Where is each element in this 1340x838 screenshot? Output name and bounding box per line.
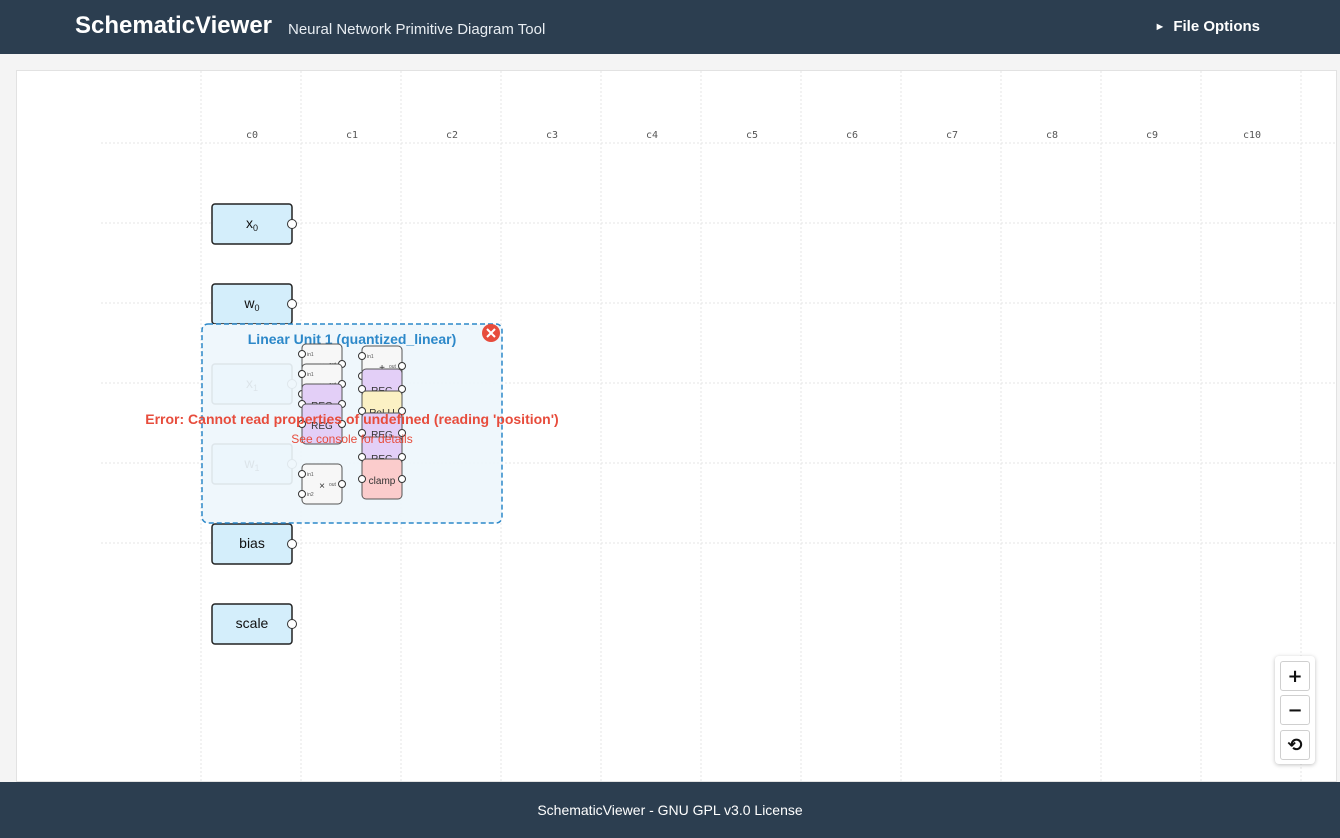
input-node[interactable]: scale: [211, 603, 297, 645]
input-node-label: scale: [236, 615, 269, 631]
column-label: c10: [1243, 130, 1261, 141]
port-label: in1: [367, 354, 374, 360]
mini-node-label: clamp: [369, 476, 396, 487]
column-label: c9: [1146, 130, 1158, 141]
reset-view-button[interactable]: ⟲: [1280, 730, 1310, 760]
output-port[interactable]: [398, 475, 406, 483]
triangle-right-icon: ►: [1154, 20, 1166, 33]
input-port[interactable]: [298, 370, 306, 378]
column-label: c4: [646, 130, 658, 141]
port-label: in2: [307, 492, 314, 498]
column-label: c0: [246, 130, 258, 141]
port-label: in1: [307, 352, 314, 358]
output-port[interactable]: [287, 619, 297, 629]
footer-text: SchematicViewer - GNU GPL v3.0 License: [537, 802, 803, 818]
output-port[interactable]: [287, 539, 297, 549]
zoom-in-button[interactable]: +: [1280, 661, 1310, 691]
input-node[interactable]: w0: [211, 283, 297, 325]
output-port[interactable]: [338, 480, 346, 488]
port-label: out: [329, 482, 337, 488]
zoom-controls: + − ⟲: [1275, 656, 1315, 764]
input-port[interactable]: [358, 352, 366, 360]
file-options-toggle[interactable]: ► File Options: [1154, 18, 1260, 35]
mini-node[interactable]: clamp: [358, 458, 406, 500]
input-port[interactable]: [298, 490, 306, 498]
column-label: c3: [546, 130, 558, 141]
error-hint: See console for details: [291, 432, 412, 446]
mini-node[interactable]: × in1 in2 out: [298, 463, 346, 505]
input-port[interactable]: [358, 475, 366, 483]
column-label: c2: [446, 130, 458, 141]
diagram-canvas[interactable]: c0c1c2c3c4c5c6c7c8c9c10x0w0x1w1biasscale…: [16, 70, 1337, 782]
file-options-label: File Options: [1173, 18, 1260, 35]
zoom-out-button[interactable]: −: [1280, 695, 1310, 725]
close-icon[interactable]: [482, 324, 500, 342]
error-message: Error: Cannot read properties of undefin…: [145, 411, 558, 427]
input-node[interactable]: bias: [211, 523, 297, 565]
app-header: SchematicViewer Neural Network Primitive…: [0, 0, 1340, 54]
app-footer: SchematicViewer - GNU GPL v3.0 License: [0, 782, 1340, 838]
input-port[interactable]: [298, 350, 306, 358]
column-label: c8: [1046, 130, 1058, 141]
diagram-svg[interactable]: c0c1c2c3c4c5c6c7c8c9c10x0w0x1w1biasscale…: [17, 71, 1337, 782]
column-label: c5: [746, 130, 758, 141]
output-port[interactable]: [287, 219, 297, 229]
linear-unit-title: Linear Unit 1 (quantized_linear): [248, 331, 456, 347]
column-label: c1: [346, 130, 358, 141]
port-label: in1: [307, 472, 314, 478]
input-node[interactable]: x0: [211, 203, 297, 245]
column-label: c7: [946, 130, 958, 141]
linear-unit-group[interactable]: Linear Unit 1 (quantized_linear) × in1 in2 o…: [145, 323, 559, 524]
app-title: SchematicViewer: [75, 12, 273, 39]
mini-node-label: ×: [319, 481, 325, 492]
input-port[interactable]: [298, 470, 306, 478]
column-label: c6: [846, 130, 858, 141]
output-port[interactable]: [398, 362, 406, 370]
app-subtitle: Neural Network Primitive Diagram Tool: [288, 21, 546, 38]
port-label: in1: [307, 372, 314, 378]
input-node-label: bias: [239, 535, 265, 551]
output-port[interactable]: [287, 299, 297, 309]
